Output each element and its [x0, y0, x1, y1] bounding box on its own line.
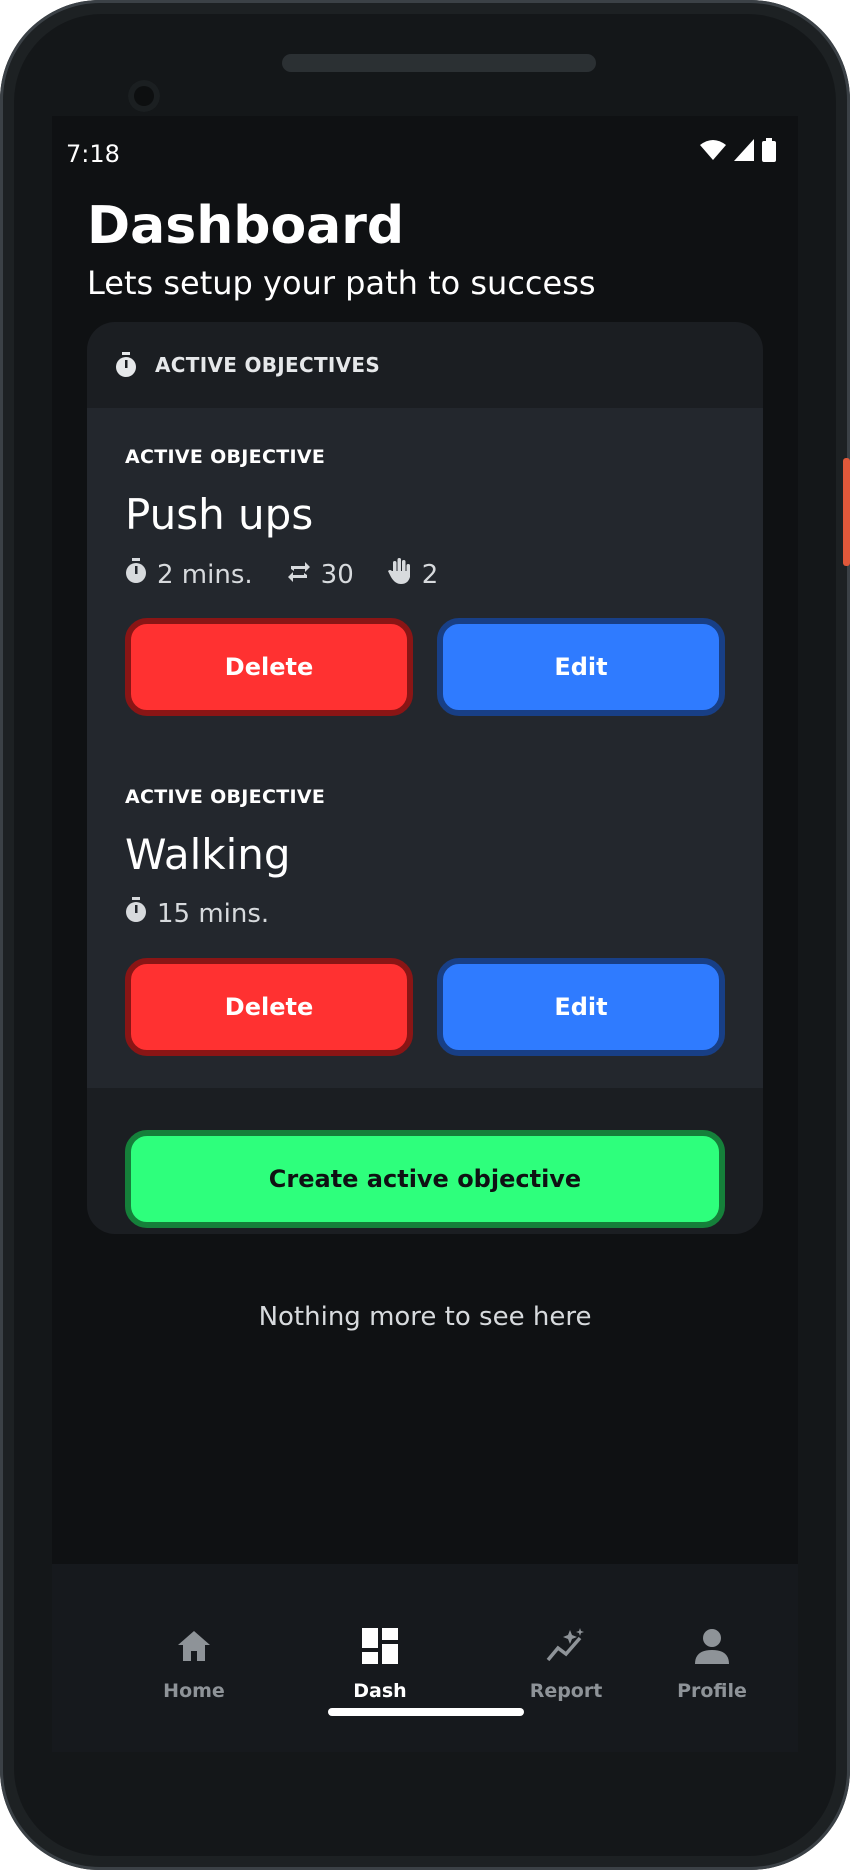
- timer-icon: [115, 352, 137, 378]
- nav-label: Home: [163, 1680, 225, 1702]
- status-bar: 7:18: [52, 116, 798, 176]
- insights-icon: [496, 1622, 636, 1670]
- delete-button[interactable]: Delete: [125, 618, 413, 716]
- nav-label: Profile: [677, 1680, 747, 1702]
- objective-item: ACTIVE OBJECTIVE Push ups 2 mins. 30 2: [125, 446, 725, 592]
- timer-icon: [125, 558, 147, 591]
- card-heading: ACTIVE OBJECTIVES: [155, 353, 381, 377]
- sets-meta: 2: [387, 557, 439, 592]
- signal-icon: [734, 139, 754, 167]
- duration-meta: 15 mins.: [125, 897, 269, 930]
- objective-kicker: ACTIVE OBJECTIVE: [125, 446, 326, 468]
- wifi-icon: [700, 139, 726, 167]
- nav-item-report[interactable]: Report: [496, 1622, 636, 1702]
- empty-note: Nothing more to see here: [258, 1302, 592, 1332]
- sets-value: 2: [421, 559, 439, 590]
- home-icon: [124, 1622, 264, 1670]
- screen: 7:18 Dashboard Lets setup your path to s…: [52, 116, 798, 1752]
- nav-item-home[interactable]: Home: [124, 1622, 264, 1702]
- page-title: Dashboard: [87, 196, 405, 256]
- objective-meta: 2 mins. 30 2: [125, 557, 725, 592]
- delete-button[interactable]: Delete: [125, 958, 413, 1056]
- timer-icon: [125, 897, 147, 930]
- objectives-list: ACTIVE OBJECTIVE Push ups 2 mins. 30 2 D…: [87, 408, 763, 1088]
- create-objective-button[interactable]: Create active objective: [125, 1130, 725, 1228]
- objective-name: Walking: [125, 830, 291, 879]
- phone-frame: 7:18 Dashboard Lets setup your path to s…: [0, 0, 850, 1870]
- side-button: [843, 458, 850, 566]
- nav-label: Dash: [353, 1680, 407, 1702]
- objective-name: Push ups: [125, 490, 314, 539]
- person-icon: [662, 1622, 762, 1670]
- repeat-icon: [287, 560, 311, 590]
- home-indicator[interactable]: [328, 1708, 524, 1716]
- nav-label: Report: [529, 1680, 603, 1702]
- active-objectives-card: ACTIVE OBJECTIVES ACTIVE OBJECTIVE Push …: [87, 322, 763, 1234]
- objective-actions: Delete Edit: [125, 618, 725, 716]
- battery-icon: [762, 138, 776, 168]
- status-icons: [700, 138, 776, 168]
- reps-meta: 30: [287, 560, 354, 590]
- hand-icon: [387, 557, 412, 592]
- nav-item-dash[interactable]: Dash: [310, 1622, 450, 1702]
- front-camera: [128, 80, 160, 112]
- duration-value: 2 mins.: [157, 559, 253, 590]
- status-time: 7:18: [66, 140, 120, 168]
- objective-item: ACTIVE OBJECTIVE Walking 15 mins.: [125, 786, 725, 930]
- edit-button[interactable]: Edit: [437, 958, 725, 1056]
- speaker-grille: [282, 54, 596, 72]
- reps-value: 30: [320, 559, 354, 590]
- edit-button[interactable]: Edit: [437, 618, 725, 716]
- card-header: ACTIVE OBJECTIVES: [87, 322, 763, 408]
- bottom-nav: Home Dash Report Profile: [52, 1564, 798, 1752]
- objective-actions: Delete Edit: [125, 958, 725, 1056]
- objective-kicker: ACTIVE OBJECTIVE: [125, 786, 326, 808]
- page-subtitle: Lets setup your path to success: [87, 264, 596, 302]
- dashboard-icon: [310, 1622, 450, 1670]
- nav-item-profile[interactable]: Profile: [662, 1622, 762, 1702]
- duration-meta: 2 mins.: [125, 558, 253, 591]
- objective-meta: 15 mins.: [125, 897, 725, 930]
- duration-value: 15 mins.: [157, 898, 270, 929]
